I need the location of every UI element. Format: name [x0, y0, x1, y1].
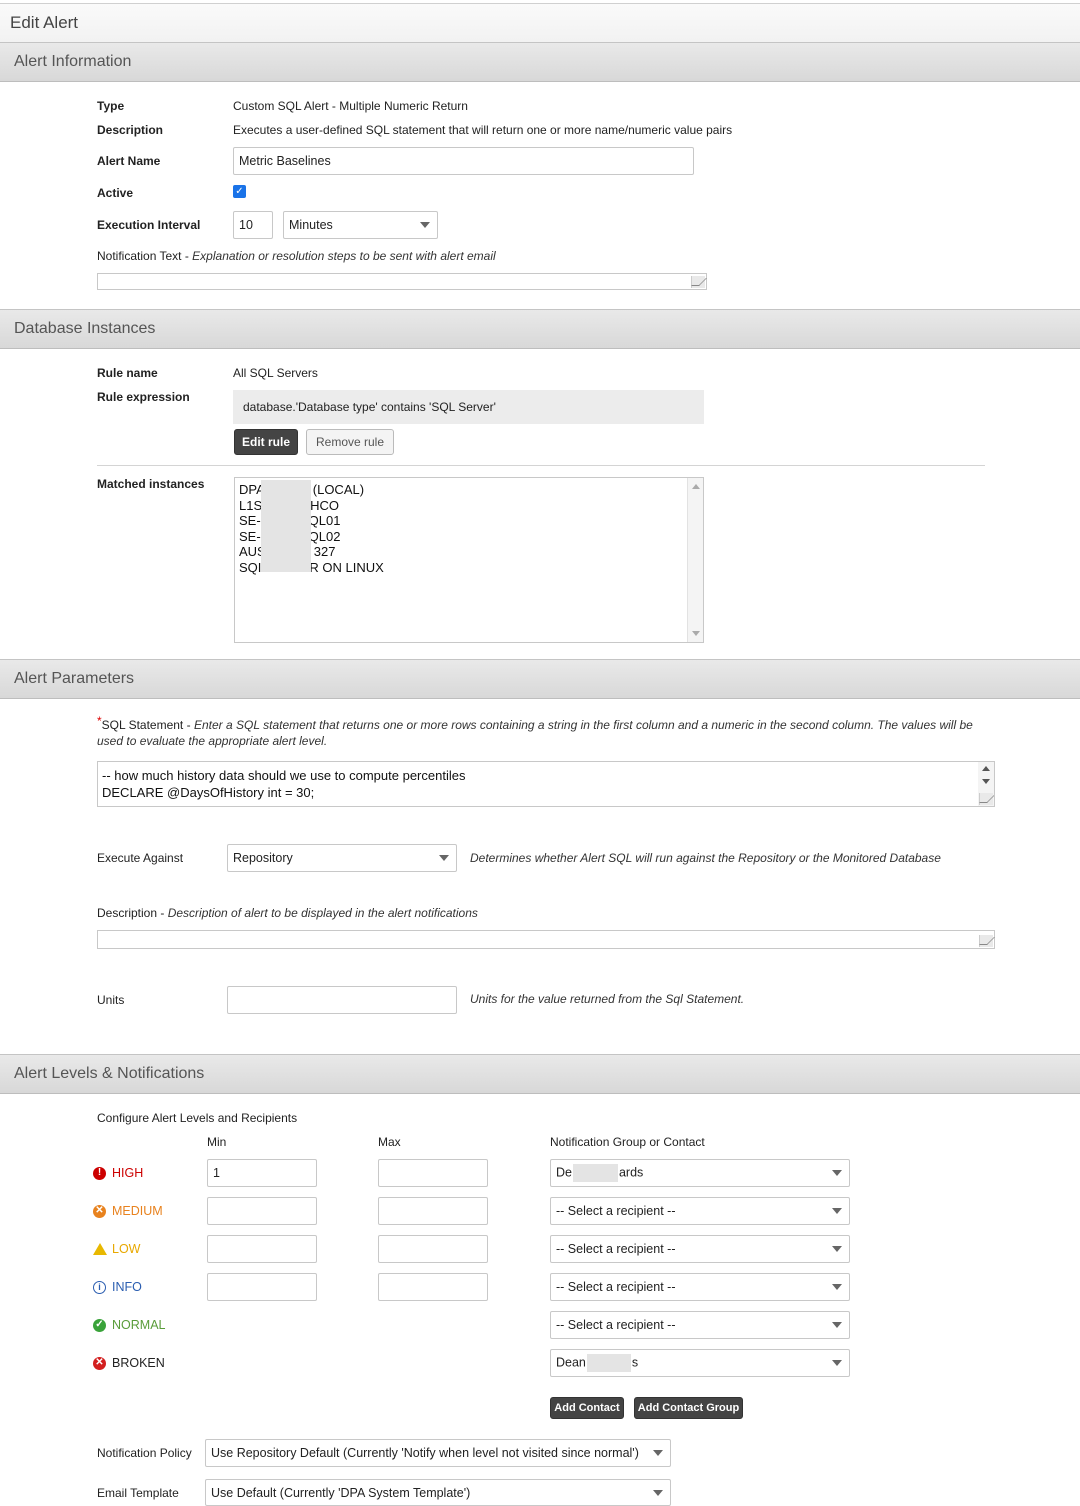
- chevron-down-icon: [832, 1284, 842, 1290]
- notification-text-label: Notification Text - Explanation or resol…: [97, 249, 496, 263]
- resize-grip-icon[interactable]: [979, 935, 993, 947]
- resize-grip-icon[interactable]: [691, 276, 705, 288]
- notification-text-area[interactable]: [97, 273, 707, 290]
- high-min-input[interactable]: 1: [207, 1159, 317, 1187]
- description-label: Description: [97, 123, 164, 137]
- add-contact-button[interactable]: Add Contact: [550, 1397, 624, 1419]
- sql-statement-textarea[interactable]: -- how much history data should we use t…: [97, 761, 995, 807]
- high-max-input[interactable]: [378, 1159, 488, 1187]
- sql-statement-label: *SQL Statement - Enter a SQL statement t…: [97, 714, 973, 748]
- page-title: Edit Alert: [0, 3, 1080, 43]
- units-hint: Units for the value returned from the Sq…: [470, 992, 745, 1006]
- param-description-label: Description - Description of alert to be…: [97, 906, 478, 920]
- divider: [97, 465, 985, 466]
- medium-max-input[interactable]: [378, 1197, 488, 1225]
- min-header: Min: [207, 1135, 227, 1149]
- configure-levels-label: Configure Alert Levels and Recipients: [97, 1111, 298, 1125]
- execution-interval-label: Execution Interval: [97, 218, 201, 232]
- notification-policy-label: Notification Policy: [97, 1446, 192, 1460]
- x-circle-orange-icon: ✕: [93, 1204, 106, 1218]
- scroll-down-icon[interactable]: [692, 631, 700, 636]
- level-low: LOW: [93, 1242, 140, 1256]
- interval-unit-value: Minutes: [289, 218, 333, 232]
- execute-against-value: Repository: [233, 851, 293, 865]
- chevron-down-icon: [653, 1450, 663, 1456]
- units-input[interactable]: [227, 986, 457, 1014]
- section-database-instances: Database Instances: [0, 309, 1080, 349]
- info-max-input[interactable]: [378, 1273, 488, 1301]
- info-recipient-select[interactable]: -- Select a recipient --: [550, 1273, 850, 1301]
- alert-name-label: Alert Name: [97, 154, 161, 168]
- section-alert-parameters: Alert Parameters: [0, 659, 1080, 699]
- low-min-input[interactable]: [207, 1235, 317, 1263]
- param-description-textarea[interactable]: [97, 930, 995, 949]
- execute-against-hint: Determines whether Alert SQL will run ag…: [470, 851, 941, 865]
- chevron-down-icon: [420, 222, 430, 228]
- chevron-down-icon: [832, 1208, 842, 1214]
- low-recipient-select[interactable]: -- Select a recipient --: [550, 1235, 850, 1263]
- type-label: Type: [97, 99, 125, 113]
- broken-recipient-select[interactable]: Dean s: [550, 1349, 850, 1377]
- level-broken: ✕ BROKEN: [93, 1356, 165, 1370]
- execute-against-select[interactable]: Repository: [227, 844, 457, 872]
- add-contact-group-button[interactable]: Add Contact Group: [634, 1397, 743, 1419]
- chevron-down-icon: [832, 1246, 842, 1252]
- scroll-up-icon[interactable]: [692, 484, 700, 489]
- interval-value-input[interactable]: 10: [233, 211, 273, 239]
- section-alert-information: Alert Information: [0, 42, 1080, 82]
- chevron-down-icon: [832, 1322, 842, 1328]
- warning-triangle-icon: [93, 1243, 107, 1255]
- required-mark: *: [97, 714, 102, 728]
- chevron-down-icon: [832, 1360, 842, 1366]
- x-circle-red-icon: ✕: [93, 1356, 106, 1370]
- notification-policy-value: Use Repository Default (Currently 'Notif…: [211, 1446, 639, 1460]
- resize-grip-icon[interactable]: [979, 793, 993, 805]
- notification-policy-select[interactable]: Use Repository Default (Currently 'Notif…: [205, 1439, 671, 1467]
- remove-rule-button[interactable]: Remove rule: [306, 429, 394, 455]
- sql-line: -- how much history data should we use t…: [102, 768, 466, 783]
- chevron-down-icon: [653, 1489, 663, 1496]
- rule-expression-value: database.'Database type' contains 'SQL S…: [233, 390, 704, 424]
- active-label: Active: [97, 186, 134, 200]
- max-header: Max: [378, 1135, 401, 1149]
- matched-instances-label: Matched instances: [97, 477, 205, 491]
- edit-rule-button[interactable]: Edit rule: [234, 429, 298, 455]
- chevron-down-icon: [439, 855, 449, 861]
- email-template-select[interactable]: Use Default (Currently 'DPA System Templ…: [205, 1479, 671, 1506]
- info-min-input[interactable]: [207, 1273, 317, 1301]
- exclamation-circle-icon: !: [93, 1166, 106, 1180]
- alert-name-input[interactable]: Metric Baselines: [233, 147, 694, 175]
- chevron-down-icon: [832, 1170, 842, 1176]
- level-info: i INFO: [93, 1280, 142, 1294]
- level-medium: ✕ MEDIUM: [93, 1204, 163, 1218]
- scrollbar[interactable]: [687, 478, 703, 642]
- active-checkbox[interactable]: ✓: [233, 185, 246, 198]
- rule-name-value: All SQL Servers: [233, 366, 318, 380]
- scroll-down-icon[interactable]: [982, 779, 990, 784]
- email-template-label: Email Template: [97, 1486, 179, 1500]
- email-template-value: Use Default (Currently 'DPA System Templ…: [211, 1485, 471, 1500]
- rule-name-label: Rule name: [97, 366, 158, 380]
- type-value: Custom SQL Alert - Multiple Numeric Retu…: [233, 99, 468, 113]
- high-recipient-select[interactable]: De ards: [550, 1159, 850, 1187]
- level-normal: ✓ NORMAL: [93, 1318, 165, 1332]
- recipient-header: Notification Group or Contact: [550, 1135, 705, 1149]
- medium-recipient-select[interactable]: -- Select a recipient --: [550, 1197, 850, 1225]
- low-max-input[interactable]: [378, 1235, 488, 1263]
- scroll-up-icon[interactable]: [982, 766, 990, 771]
- level-high: ! HIGH: [93, 1166, 143, 1180]
- check-circle-icon: ✓: [93, 1318, 106, 1332]
- description-value: Executes a user-defined SQL statement th…: [233, 123, 733, 137]
- redaction-overlay: [261, 480, 311, 572]
- medium-min-input[interactable]: [207, 1197, 317, 1225]
- normal-recipient-select[interactable]: -- Select a recipient --: [550, 1311, 850, 1339]
- units-label: Units: [97, 993, 125, 1007]
- section-alert-levels: Alert Levels & Notifications: [0, 1054, 1080, 1094]
- info-circle-icon: i: [93, 1280, 106, 1294]
- matched-instances-list[interactable]: DPA (LOCAL) L1S HCO SE- QL01 SE- QL02 AUS 327…: [234, 477, 704, 643]
- sql-line: DECLARE @DaysOfHistory int = 30;: [102, 785, 315, 800]
- execute-against-label: Execute Against: [97, 851, 184, 865]
- interval-unit-select[interactable]: Minutes: [283, 211, 438, 239]
- rule-expression-label: Rule expression: [97, 390, 190, 404]
